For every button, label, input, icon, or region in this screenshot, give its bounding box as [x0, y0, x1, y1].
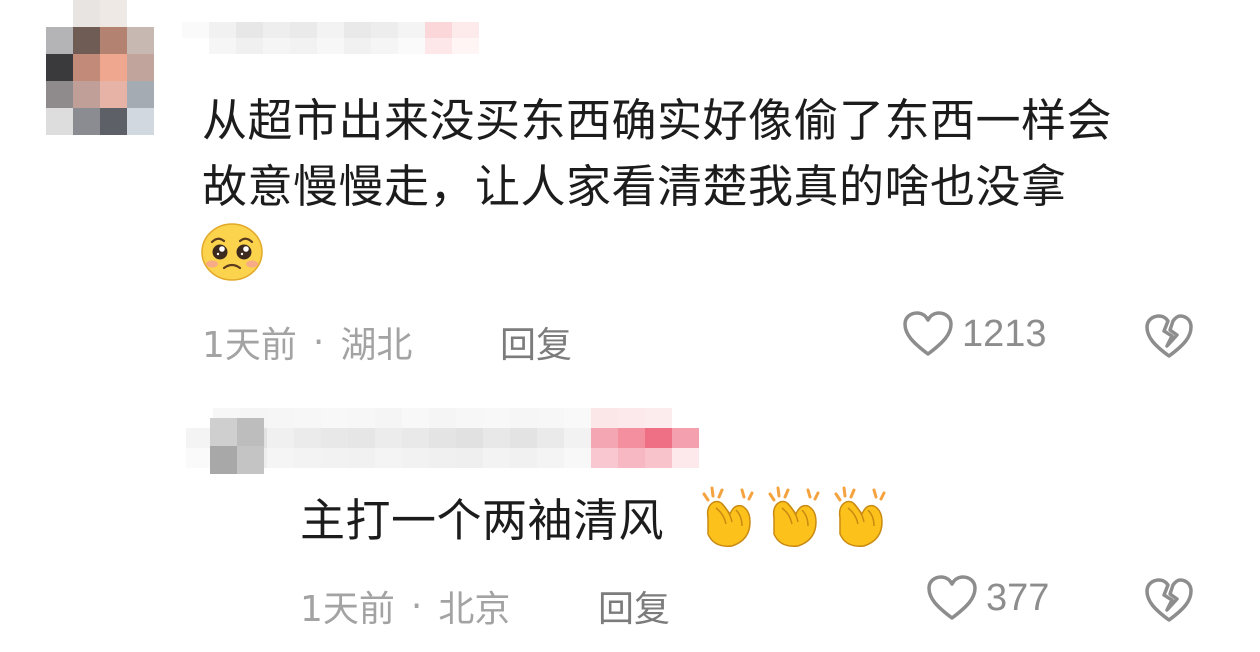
comment-location: 湖北 — [340, 325, 413, 366]
heart-icon — [903, 311, 953, 356]
comment-meta: 1天前 · 湖北 — [202, 316, 412, 368]
avatar[interactable] — [210, 418, 264, 474]
comment-text-line: 故意慢慢走，让人家看清楚我真的啥也没拿 — [202, 160, 1067, 213]
comment-text: 主打一个两袖清风 — [300, 488, 664, 554]
comment-location: 北京 — [438, 589, 511, 630]
username[interactable] — [186, 408, 726, 468]
comment-text: 从超市出来没买东西确实好像偷了东西一样会 故意慢慢走，让人家看清楚我真的啥也没拿 — [202, 88, 1112, 220]
broken-heart-icon[interactable] — [1144, 576, 1194, 624]
pleading-face-icon — [201, 223, 263, 281]
clapping-hands-icon — [702, 486, 754, 547]
like-count: 1213 — [962, 312, 1047, 355]
reply-button[interactable]: 回复 — [598, 580, 670, 632]
broken-heart-icon[interactable] — [1144, 312, 1194, 360]
username[interactable] — [182, 22, 479, 54]
clapping-hands-icon — [834, 486, 886, 547]
separator-dot: · — [410, 585, 423, 627]
like-count: 377 — [986, 576, 1050, 619]
avatar[interactable] — [46, 0, 154, 135]
heart-icon — [927, 575, 977, 620]
separator-dot: · — [312, 321, 325, 363]
like-button[interactable]: 1213 — [902, 310, 1047, 358]
comment-time: 1天前 — [202, 325, 297, 366]
comment-text-line: 从超市出来没买东西确实好像偷了东西一样会 — [202, 94, 1113, 147]
comment-time: 1天前 — [300, 589, 395, 630]
clapping-hands-icon — [768, 486, 820, 547]
comment-text-line: 主打一个两袖清风 — [300, 494, 665, 547]
reply-button[interactable]: 回复 — [500, 316, 572, 368]
like-button[interactable]: 377 — [926, 574, 1049, 622]
comment-meta: 1天前 · 北京 — [300, 580, 510, 632]
